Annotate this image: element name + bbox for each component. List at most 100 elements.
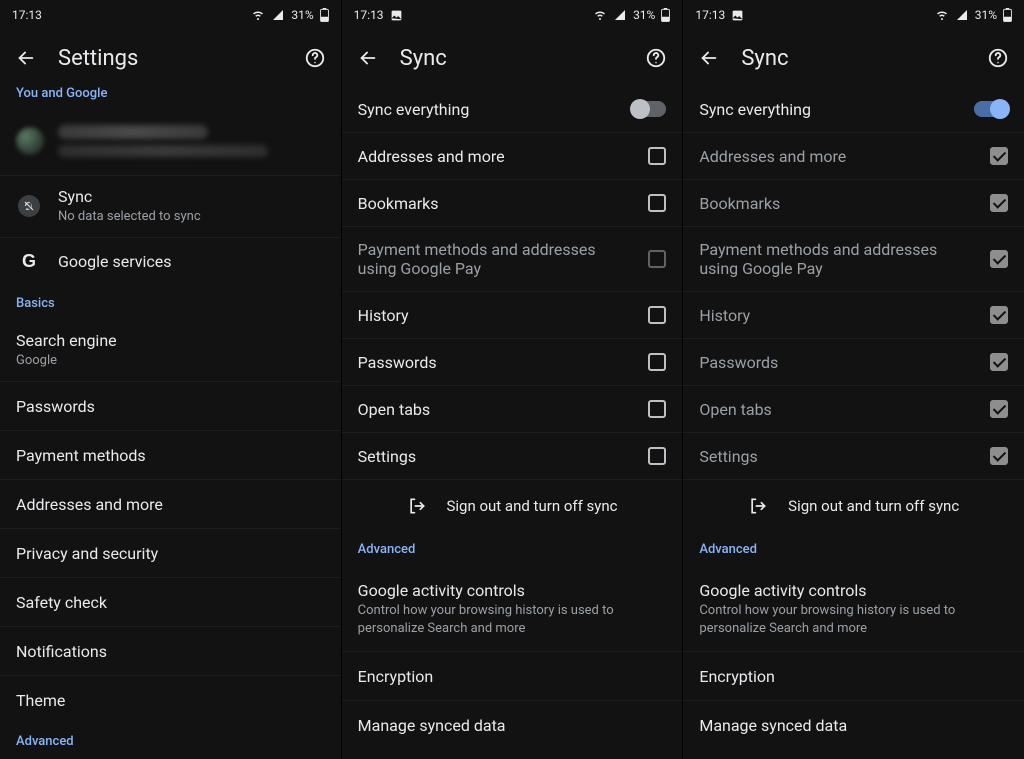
notifications-label: Notifications — [16, 642, 325, 661]
app-bar: Settings — [0, 30, 341, 86]
manage-label: Manage synced data — [699, 716, 1008, 735]
image-notification-icon — [390, 9, 403, 22]
signout-row[interactable]: Sign out and turn off sync — [342, 479, 683, 532]
checkbox — [990, 194, 1008, 212]
item-label: Addresses and more — [699, 147, 974, 166]
item-passwords[interactable]: Passwords — [342, 338, 683, 385]
item-label: Settings — [358, 447, 633, 466]
page-title: Sync — [400, 46, 625, 71]
activity-title: Google activity controls — [699, 581, 1008, 600]
item-history[interactable]: History — [342, 291, 683, 338]
section-advanced: Advanced — [0, 724, 341, 759]
item-label: Passwords — [358, 353, 633, 372]
battery-icon — [661, 8, 670, 22]
signout-label: Sign out and turn off sync — [447, 497, 618, 515]
status-battery-pct: 31% — [975, 8, 997, 22]
help-button[interactable] — [301, 44, 329, 72]
checkbox — [990, 306, 1008, 324]
status-bar: 17:13 31% — [683, 0, 1024, 30]
item-label: Payment methods and addresses using Goog… — [358, 240, 633, 278]
checkbox[interactable] — [648, 147, 666, 165]
item-label: Bookmarks — [358, 194, 633, 213]
panel-sync-off: 17:13 31% Sync Sync everything — [341, 0, 683, 759]
help-button[interactable] — [642, 44, 670, 72]
item-label: Payment methods and addresses using Goog… — [699, 240, 974, 278]
theme-label: Theme — [16, 691, 325, 710]
item-label: Settings — [699, 447, 974, 466]
account-row[interactable] — [0, 111, 341, 175]
item-settings[interactable]: Settings — [342, 432, 683, 479]
manage-synced-row[interactable]: Manage synced data — [342, 700, 683, 749]
activity-controls-row[interactable]: Google activity controls Control how you… — [683, 567, 1024, 651]
item-label: Open tabs — [699, 400, 974, 419]
sync-row[interactable]: Sync No data selected to sync — [0, 175, 341, 237]
avatar — [16, 127, 44, 155]
sync-everything-label: Sync everything — [699, 100, 958, 119]
sync-everything-row[interactable]: Sync everything — [342, 86, 683, 132]
battery-icon — [1003, 8, 1012, 22]
item-history: History — [683, 291, 1024, 338]
sync-subtitle: No data selected to sync — [58, 208, 325, 226]
panel-settings: 17:13 31% Settings You and Google — [0, 0, 341, 759]
payment-methods-row[interactable]: Payment methods — [0, 430, 341, 479]
item-addresses: Addresses and more — [683, 132, 1024, 179]
back-button[interactable] — [12, 44, 40, 72]
section-advanced: Advanced — [683, 532, 1024, 567]
activity-sub: Control how your browsing history is use… — [358, 602, 667, 637]
checkbox — [990, 147, 1008, 165]
battery-icon — [320, 8, 329, 22]
activity-sub: Control how your browsing history is use… — [699, 602, 1008, 637]
privacy-row[interactable]: Privacy and security — [0, 528, 341, 577]
passwords-row[interactable]: Passwords — [0, 381, 341, 430]
sync-everything-switch[interactable] — [632, 101, 666, 117]
item-open-tabs[interactable]: Open tabs — [342, 385, 683, 432]
search-engine-value: Google — [16, 352, 325, 370]
help-button[interactable] — [984, 44, 1012, 72]
item-label: Passwords — [699, 353, 974, 372]
item-settings: Settings — [683, 432, 1024, 479]
item-open-tabs: Open tabs — [683, 385, 1024, 432]
section-basics: Basics — [0, 286, 341, 321]
back-button[interactable] — [354, 44, 382, 72]
notifications-row[interactable]: Notifications — [0, 626, 341, 675]
sync-everything-switch[interactable] — [974, 101, 1008, 117]
back-button[interactable] — [695, 44, 723, 72]
account-email-redacted — [58, 145, 268, 157]
manage-synced-row[interactable]: Manage synced data — [683, 700, 1024, 749]
encryption-label: Encryption — [358, 667, 667, 686]
sync-everything-row[interactable]: Sync everything — [683, 86, 1024, 132]
wifi-icon — [935, 9, 949, 21]
checkbox[interactable] — [648, 194, 666, 212]
checkbox[interactable] — [648, 400, 666, 418]
sync-title: Sync — [58, 187, 325, 206]
activity-controls-row[interactable]: Google activity controls Control how you… — [342, 567, 683, 651]
theme-row[interactable]: Theme — [0, 675, 341, 724]
checkbox[interactable] — [648, 353, 666, 371]
checkbox[interactable] — [648, 447, 666, 465]
item-label: History — [699, 306, 974, 325]
item-label: Addresses and more — [358, 147, 633, 166]
wifi-icon — [593, 9, 607, 21]
google-services-row[interactable]: G Google services — [0, 237, 341, 286]
signout-row[interactable]: Sign out and turn off sync — [683, 479, 1024, 532]
item-passwords: Passwords — [683, 338, 1024, 385]
item-addresses[interactable]: Addresses and more — [342, 132, 683, 179]
encryption-row[interactable]: Encryption — [683, 651, 1024, 700]
encryption-row[interactable]: Encryption — [342, 651, 683, 700]
account-name-redacted — [58, 125, 208, 139]
item-label: History — [358, 306, 633, 325]
help-icon — [304, 47, 326, 69]
safety-row[interactable]: Safety check — [0, 577, 341, 626]
signal-icon — [955, 9, 969, 21]
google-g-icon: G — [22, 251, 36, 272]
item-google-pay: Payment methods and addresses using Goog… — [683, 226, 1024, 291]
item-bookmarks[interactable]: Bookmarks — [342, 179, 683, 226]
app-bar: Sync — [683, 30, 1024, 86]
status-time: 17:13 — [12, 8, 42, 22]
sync-off-icon — [18, 195, 40, 217]
checkbox — [990, 353, 1008, 371]
checkbox[interactable] — [648, 306, 666, 324]
addresses-row[interactable]: Addresses and more — [0, 479, 341, 528]
section-you-and-google: You and Google — [0, 86, 341, 111]
search-engine-row[interactable]: Search engine Google — [0, 321, 341, 382]
